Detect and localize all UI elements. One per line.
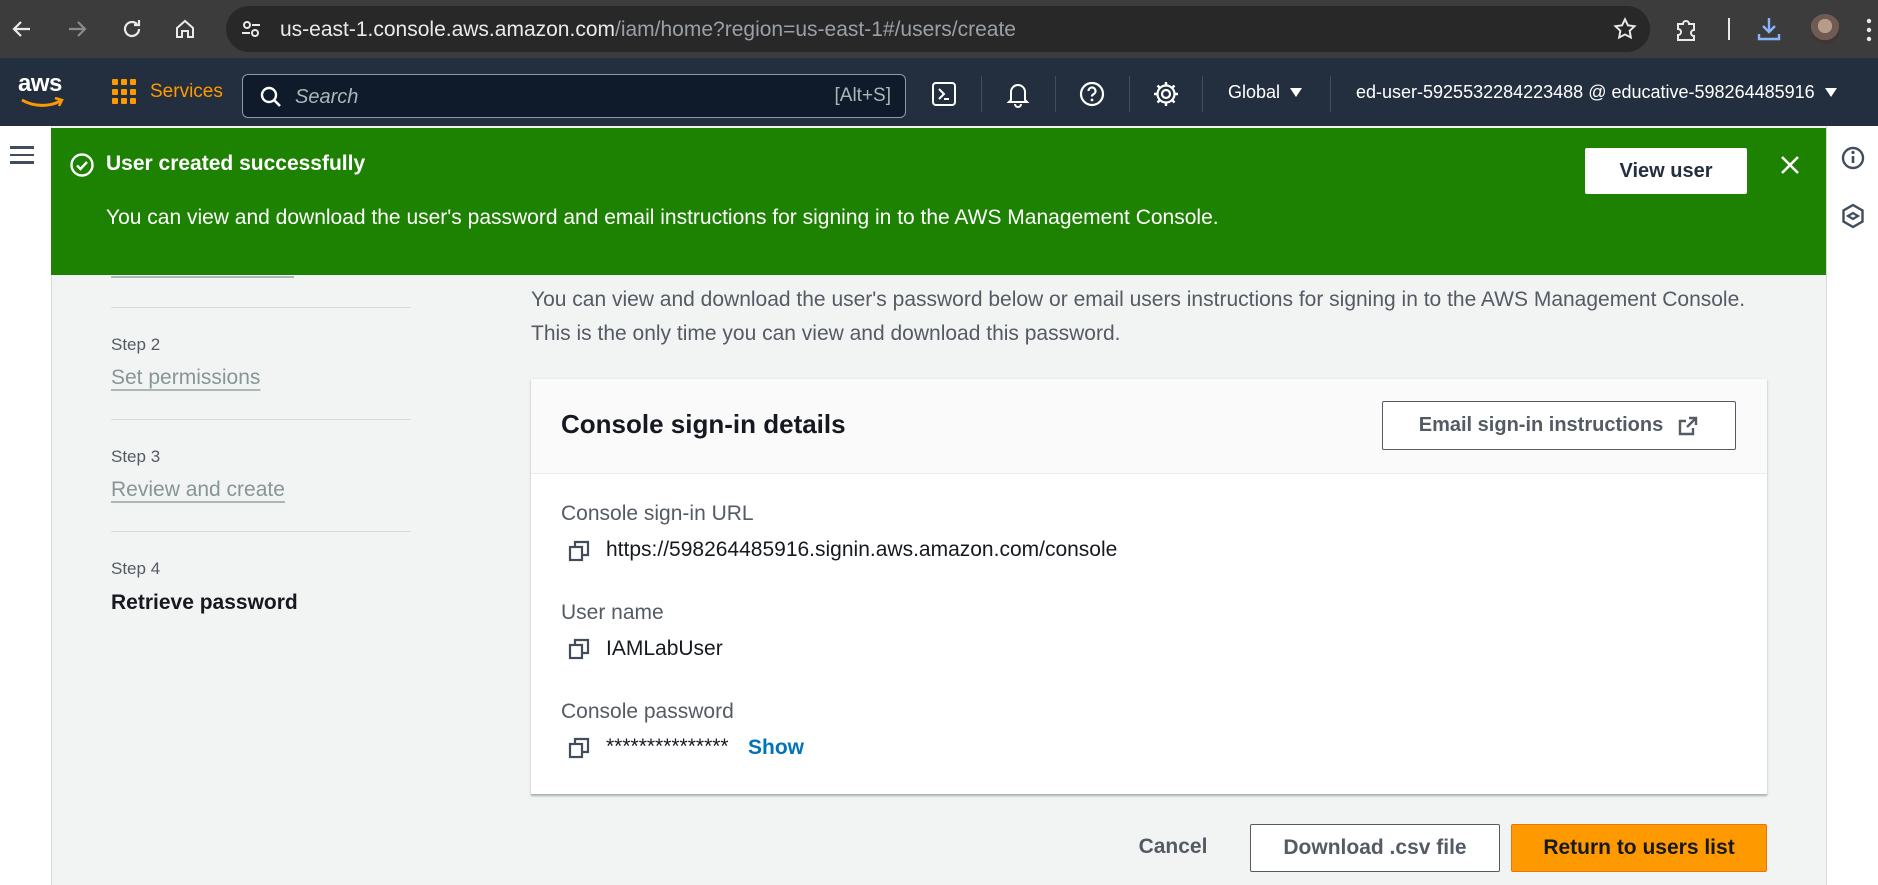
card-title: Console sign-in details — [561, 409, 846, 439]
search-input[interactable] — [295, 82, 775, 112]
site-settings-icon[interactable] — [238, 16, 264, 42]
view-user-button[interactable]: View user — [1585, 148, 1747, 194]
copy-icon[interactable] — [567, 637, 591, 661]
step-divider — [111, 531, 411, 532]
caret-down-icon — [1290, 88, 1303, 97]
return-to-users-list-button[interactable]: Return to users list — [1511, 824, 1767, 872]
flash-title: User created successfully — [106, 152, 366, 175]
region-selector[interactable]: Global — [1228, 82, 1303, 103]
step-number: Step 2 — [111, 335, 161, 354]
nav-divider — [1330, 76, 1331, 112]
username-value: IAMLabUser — [606, 637, 723, 660]
intro-text: You can view and download the user's pas… — [531, 283, 1781, 351]
download-icon[interactable] — [1754, 14, 1784, 44]
services-grid-icon — [112, 79, 138, 105]
intro-line: You can view and download the user's pas… — [531, 288, 1746, 311]
account-label: ed-user-5925532284223488 @ educative-598… — [1356, 82, 1815, 102]
signin-url-value: https://598264485916.signin.aws.amazon.c… — [606, 538, 1118, 561]
help-icon[interactable] — [1078, 80, 1106, 108]
nav-divider — [1202, 76, 1203, 112]
info-icon[interactable] — [1839, 144, 1867, 172]
nav-divider — [981, 76, 982, 112]
aws-logo-text: aws — [18, 70, 62, 97]
aws-logo[interactable]: aws — [18, 70, 68, 110]
password-value: *************** — [606, 735, 729, 758]
console-search[interactable]: [Alt+S] — [242, 74, 906, 118]
step-divider — [111, 307, 411, 308]
toolbar-divider — [1728, 18, 1730, 40]
email-signin-instructions-button[interactable]: Email sign-in instructions — [1382, 401, 1736, 450]
step-link-set-permissions[interactable]: Set permissions — [111, 366, 260, 390]
services-label: Services — [150, 81, 223, 102]
search-shortcut-hint: [Alt+S] — [834, 85, 892, 106]
bookmark-star-icon[interactable] — [1612, 16, 1638, 42]
nav-divider — [1055, 76, 1056, 112]
settings-gear-icon[interactable] — [1152, 80, 1180, 108]
step-divider — [111, 419, 411, 420]
success-flash-banner: User created successfully You can view a… — [51, 128, 1826, 275]
hamburger-menu-icon[interactable] — [10, 146, 34, 166]
intro-line: This is the only time you can view and d… — [531, 322, 1121, 345]
copy-icon[interactable] — [567, 736, 591, 760]
step-1-link-underline — [111, 276, 294, 278]
search-icon — [260, 86, 281, 107]
download-csv-button[interactable]: Download .csv file — [1250, 824, 1500, 872]
back-icon[interactable] — [4, 11, 40, 47]
url-host: us-east-1.console.aws.amazon.com — [280, 18, 615, 41]
right-side-rail — [1826, 126, 1878, 885]
address-bar[interactable]: us-east-1.console.aws.amazon.com/iam/hom… — [226, 6, 1650, 52]
copy-icon[interactable] — [567, 539, 591, 563]
signin-url-label: Console sign-in URL — [561, 502, 754, 525]
step-current-retrieve-password: Retrieve password — [111, 591, 298, 614]
cancel-button[interactable]: Cancel — [1126, 824, 1220, 870]
aws-top-navigation: aws Services [Alt+S] Global ed-user-5925… — [0, 58, 1878, 126]
aws-smile-icon — [21, 97, 64, 107]
username-label: User name — [561, 601, 664, 624]
url-path: /iam/home?region=us-east-1#/users/create — [615, 18, 1016, 41]
caret-down-icon — [1824, 88, 1837, 97]
step-number: Step 4 — [111, 559, 161, 578]
flash-message: You can view and download the user's pas… — [106, 206, 1219, 229]
url-text: us-east-1.console.aws.amazon.com/iam/hom… — [280, 18, 1016, 42]
forward-icon[interactable] — [59, 11, 95, 47]
account-menu[interactable]: ed-user-5925532284223488 @ educative-598… — [1356, 82, 1837, 103]
left-side-rail — [0, 126, 52, 885]
notifications-bell-icon[interactable] — [1004, 80, 1032, 108]
home-icon[interactable] — [167, 11, 203, 47]
password-label: Console password — [561, 700, 734, 723]
external-link-icon — [1679, 416, 1698, 435]
console-signin-details-card: Console sign-in details Email sign-in in… — [531, 379, 1767, 795]
reload-icon[interactable] — [114, 11, 150, 47]
step-link-review-and-create[interactable]: Review and create — [111, 478, 285, 502]
extensions-icon[interactable] — [1672, 15, 1700, 43]
step-number: Step 3 — [111, 447, 161, 466]
profile-avatar[interactable] — [1810, 14, 1840, 44]
browser-menu-icon[interactable] — [1866, 18, 1872, 42]
nav-divider — [1129, 76, 1130, 112]
cloudshell-icon[interactable] — [930, 80, 958, 108]
email-button-label: Email sign-in instructions — [1418, 414, 1664, 436]
close-icon[interactable] — [1775, 150, 1805, 180]
browser-toolbar: us-east-1.console.aws.amazon.com/iam/hom… — [0, 0, 1878, 58]
cloudshell-hex-icon[interactable] — [1839, 202, 1867, 230]
services-menu-button[interactable]: Services — [112, 78, 223, 106]
card-header: Console sign-in details Email sign-in in… — [531, 379, 1767, 474]
success-check-icon — [70, 153, 94, 177]
region-label: Global — [1228, 82, 1281, 102]
show-password-link[interactable]: Show — [748, 736, 804, 760]
